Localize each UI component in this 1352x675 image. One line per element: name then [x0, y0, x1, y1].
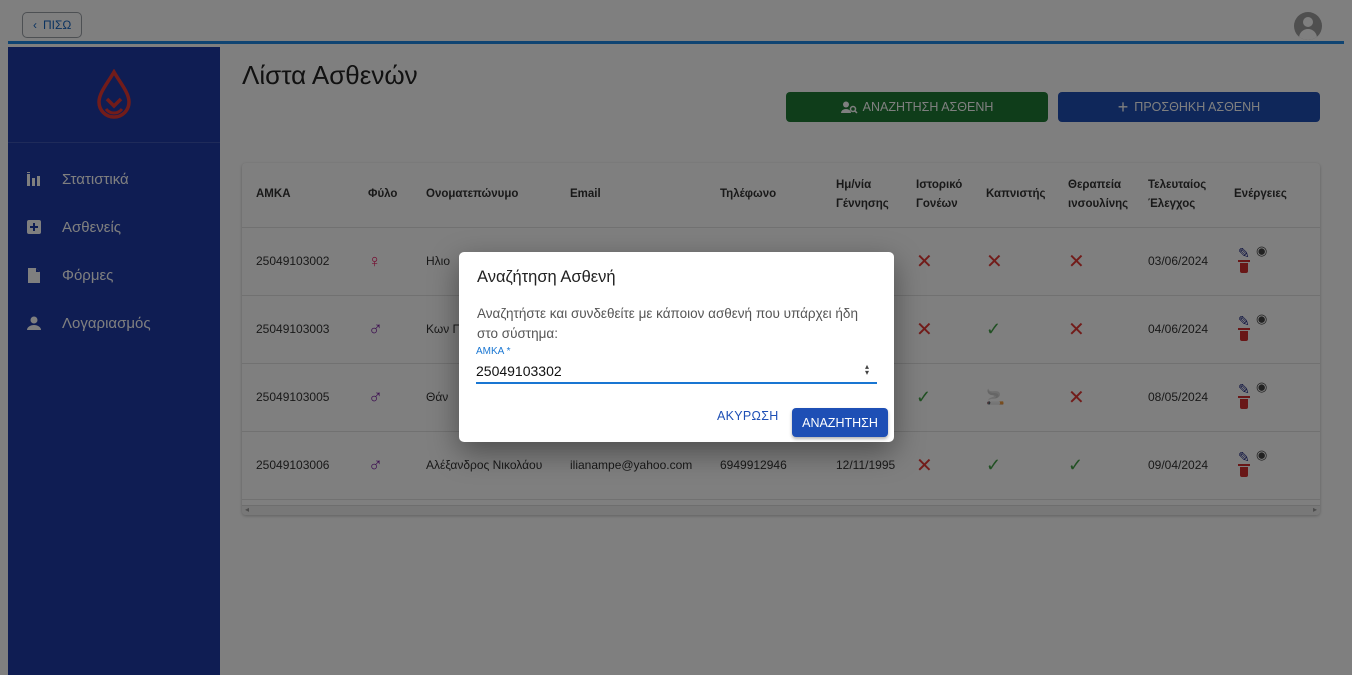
- confirm-search-button[interactable]: ΑΝΑΖΗΤΗΣΗ: [792, 408, 888, 437]
- amka-input[interactable]: [476, 360, 877, 384]
- dialog-description: Αναζητήστε και συνδεθείτε με κάποιον ασθ…: [477, 306, 858, 341]
- search-patient-dialog: Αναζήτηση Ασθενή Αναζητήστε και συνδεθεί…: [459, 252, 894, 442]
- number-spinner-icon[interactable]: ▴ ▾: [865, 363, 869, 377]
- cancel-button[interactable]: ΑΚΥΡΩΣΗ: [717, 409, 779, 423]
- amka-field-label: ΑΜΚΑ *: [476, 346, 511, 357]
- dialog-title: Αναζήτηση Ασθενή: [477, 268, 616, 286]
